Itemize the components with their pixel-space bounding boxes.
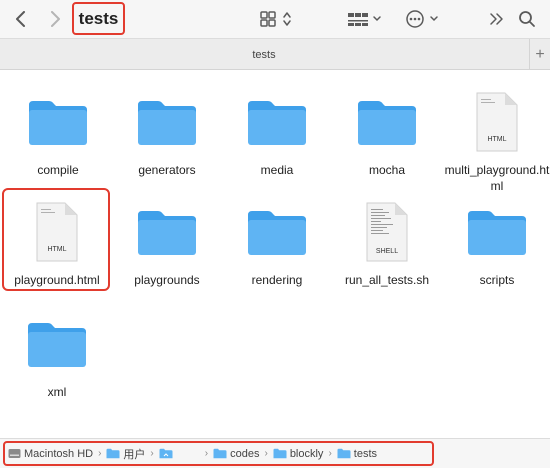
- folder-icon: [213, 448, 227, 459]
- path-separator: ›: [328, 448, 332, 459]
- folder-icon: [273, 448, 287, 459]
- file-label: generators: [138, 163, 196, 177]
- path-label: tests: [353, 447, 378, 460]
- action-icon[interactable]: [404, 7, 444, 31]
- file-badge: SHELL: [376, 248, 398, 255]
- path-item-blockly[interactable]: blockly: [273, 447, 324, 460]
- file-label: rendering: [251, 273, 303, 287]
- home-folder-icon: [159, 448, 173, 459]
- shell-script-icon: SHELL: [352, 198, 422, 266]
- file-item-rendering[interactable]: rendering: [223, 198, 331, 288]
- file-item-xml[interactable]: xml: [3, 310, 111, 400]
- window-title: tests: [78, 8, 119, 28]
- path-label: codes: [230, 447, 260, 460]
- new-tab-button[interactable]: +: [529, 39, 550, 70]
- grid-view-icon[interactable]: [256, 8, 298, 30]
- file-item-playgrounds[interactable]: playgrounds: [113, 198, 221, 288]
- more-icon[interactable]: [486, 8, 508, 30]
- disk-icon: [8, 449, 21, 458]
- file-item-scripts[interactable]: scripts: [443, 198, 550, 288]
- path-bar-highlight: Macintosh HD › 用户 › › codes › blockly › …: [3, 441, 434, 466]
- group-icon[interactable]: [346, 8, 386, 30]
- file-item-compile[interactable]: compile: [4, 88, 112, 178]
- file-label: mocha: [368, 163, 406, 177]
- file-label: media: [260, 163, 294, 177]
- folder-icon: [242, 198, 312, 266]
- folder-icon: [23, 88, 93, 156]
- path-label: Macintosh HD: [24, 447, 94, 460]
- search-icon[interactable]: [516, 8, 538, 30]
- tab-bar: tests +: [0, 38, 550, 70]
- tab-tests[interactable]: tests: [0, 39, 528, 70]
- html-file-icon: HTML: [22, 198, 92, 266]
- folder-icon: [462, 198, 532, 266]
- chevron-right-icon[interactable]: [44, 8, 66, 30]
- file-item-mocha[interactable]: mocha: [333, 88, 441, 178]
- file-label: scripts: [479, 273, 515, 287]
- path-item-home[interactable]: [159, 448, 200, 459]
- folder-icon: [242, 88, 312, 156]
- folder-icon: [22, 310, 92, 378]
- file-label: playground.html: [14, 273, 100, 287]
- path-item-codes[interactable]: codes: [213, 448, 259, 460]
- chevron-left-icon[interactable]: [10, 8, 32, 30]
- path-item-tests[interactable]: tests: [337, 448, 377, 460]
- folder-icon: [132, 198, 202, 266]
- folder-icon: [352, 88, 422, 156]
- path-item-users[interactable]: 用户: [106, 446, 145, 462]
- path-label: 用户: [123, 448, 146, 461]
- file-item-media[interactable]: media: [223, 88, 331, 178]
- folder-icon: [337, 448, 351, 459]
- file-item-playground[interactable]: HTML playground.html: [3, 198, 111, 288]
- file-grid: compile generators media mocha HTML mult…: [0, 70, 550, 438]
- file-label: xml: [47, 385, 67, 399]
- path-separator: ›: [264, 448, 268, 459]
- path-bar: Macintosh HD › 用户 › › codes › blockly › …: [0, 438, 550, 468]
- file-item-generators[interactable]: generators: [113, 88, 221, 178]
- file-label: multi_playground.html: [444, 163, 550, 193]
- toolbar: tests: [0, 0, 550, 38]
- file-label: run_all_tests.sh: [344, 273, 430, 287]
- html-file-icon: HTML: [462, 88, 532, 156]
- folder-icon: [106, 448, 120, 459]
- file-badge: HTML: [487, 136, 506, 143]
- file-label: playgrounds: [134, 273, 200, 287]
- path-item-macintosh-hd[interactable]: Macintosh HD: [8, 448, 93, 460]
- folder-icon: [132, 88, 202, 156]
- file-label: compile: [37, 163, 79, 177]
- path-separator: ›: [150, 448, 154, 459]
- file-item-multi-playground[interactable]: HTML multi_playground.html: [443, 88, 550, 194]
- file-item-run-all-tests[interactable]: SHELL run_all_tests.sh: [333, 198, 441, 288]
- path-label: blockly: [289, 447, 324, 460]
- file-badge: HTML: [47, 246, 66, 253]
- window-title-highlight: tests: [72, 2, 125, 35]
- path-separator: ›: [204, 448, 209, 459]
- path-separator: ›: [98, 448, 102, 459]
